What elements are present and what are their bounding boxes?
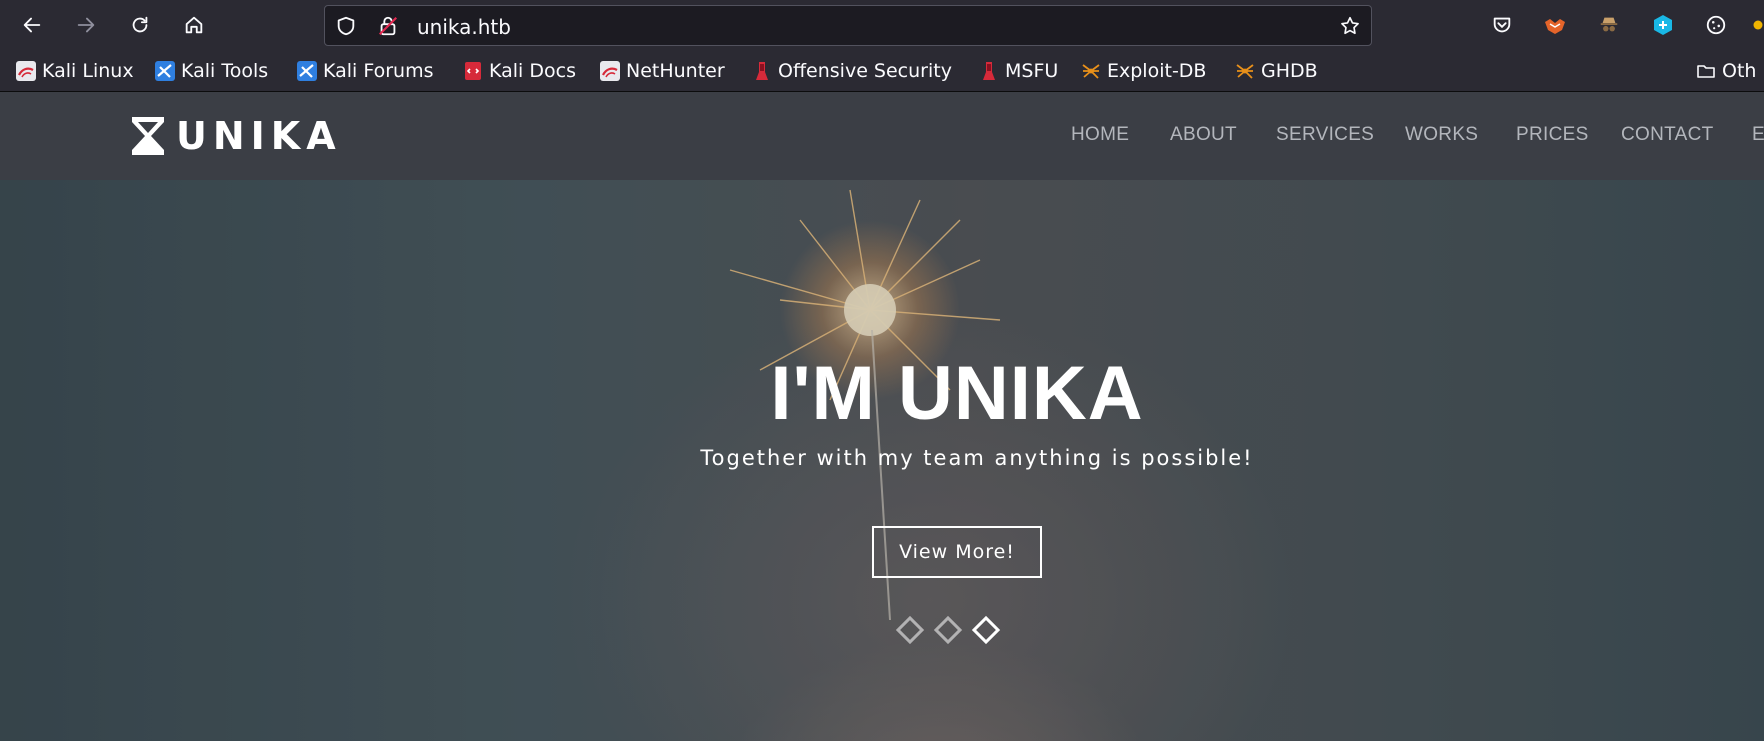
slider-pagination bbox=[895, 615, 1001, 645]
bookmark-offensive-security[interactable]: Offensive Security bbox=[752, 59, 952, 83]
hero-section: I'M UNIKA Together with my team anything… bbox=[0, 180, 1764, 741]
site-navbar: UNIKA HOME ABOUT SERVICES WORKS PRICES C… bbox=[0, 92, 1764, 180]
bookmark-label: Exploit-DB bbox=[1107, 60, 1207, 82]
slide-dot-2[interactable] bbox=[933, 615, 963, 645]
bookmark-label: Kali Docs bbox=[489, 60, 576, 82]
spy-icon[interactable] bbox=[1596, 12, 1622, 38]
pocket-icon[interactable] bbox=[1489, 12, 1515, 38]
bookmark-label: Oth bbox=[1722, 60, 1757, 82]
bookmark-other-folder[interactable]: Oth bbox=[1696, 59, 1756, 83]
bookmark-exploit-db[interactable]: Exploit-DB bbox=[1081, 59, 1206, 83]
bookmark-label: Kali Linux bbox=[42, 60, 134, 82]
bookmark-kali-tools[interactable]: Kali Tools bbox=[155, 59, 268, 83]
reload-icon[interactable] bbox=[123, 8, 157, 42]
kali-icon bbox=[16, 61, 36, 81]
extension-overflow-icon[interactable] bbox=[1752, 12, 1764, 38]
nav-services[interactable]: SERVICES bbox=[1276, 124, 1374, 146]
bookmarks-bar: Kali Linux Kali Tools Kali Forums Kali D… bbox=[0, 50, 1764, 92]
slide-dot-3-active[interactable] bbox=[971, 615, 1001, 645]
bookmark-ghdb[interactable]: GHDB bbox=[1235, 59, 1318, 83]
bookmark-kali-docs[interactable]: Kali Docs bbox=[463, 59, 576, 83]
nav-overflow-item[interactable]: E bbox=[1752, 124, 1764, 146]
bookmark-label: Kali Tools bbox=[181, 60, 269, 82]
view-more-button[interactable]: View More! bbox=[872, 526, 1042, 578]
back-arrow-icon[interactable] bbox=[15, 8, 49, 42]
forward-arrow-icon[interactable] bbox=[69, 8, 103, 42]
site-logo[interactable]: UNIKA bbox=[130, 114, 342, 158]
foxyproxy-icon[interactable] bbox=[1542, 12, 1568, 38]
slide-dot-1[interactable] bbox=[895, 615, 925, 645]
folder-icon bbox=[1697, 65, 1715, 78]
url-bar[interactable]: unika.htb bbox=[324, 5, 1372, 46]
bookmark-label: GHDB bbox=[1261, 60, 1318, 82]
kali-tools-icon bbox=[155, 61, 175, 81]
kali-docs-icon bbox=[465, 62, 481, 80]
ghdb-icon bbox=[1236, 64, 1254, 79]
bookmark-kali-forums[interactable]: Kali Forums bbox=[297, 59, 434, 83]
nav-works[interactable]: WORKS bbox=[1405, 124, 1478, 146]
nav-home[interactable]: HOME bbox=[1071, 124, 1129, 146]
nav-contact[interactable]: CONTACT bbox=[1621, 124, 1714, 146]
nav-about[interactable]: ABOUT bbox=[1170, 124, 1237, 146]
lock-warning-icon[interactable] bbox=[377, 15, 399, 37]
cube-extension-icon[interactable] bbox=[1650, 12, 1676, 38]
kali-forums-icon bbox=[297, 61, 317, 81]
nav-prices[interactable]: PRICES bbox=[1516, 124, 1589, 146]
logo-text: UNIKA bbox=[176, 114, 342, 158]
bookmark-label: Offensive Security bbox=[778, 60, 952, 82]
shield-icon[interactable] bbox=[335, 15, 357, 37]
bookmark-star-icon[interactable] bbox=[1339, 15, 1361, 37]
url-text[interactable]: unika.htb bbox=[417, 15, 511, 39]
bookmark-label: MSFU bbox=[1005, 60, 1059, 82]
hero-title: I'M UNIKA bbox=[770, 351, 1144, 436]
bookmark-label: NetHunter bbox=[626, 60, 725, 82]
bookmark-nethunter[interactable]: NetHunter bbox=[600, 59, 725, 83]
msfu-icon bbox=[983, 62, 995, 80]
bookmark-label: Kali Forums bbox=[323, 60, 434, 82]
hourglass-logo-icon bbox=[132, 117, 164, 155]
nethunter-icon bbox=[600, 61, 620, 81]
bookmark-kali-linux[interactable]: Kali Linux bbox=[16, 59, 134, 83]
exploitdb-icon bbox=[1082, 64, 1100, 79]
bookmark-msfu[interactable]: MSFU bbox=[979, 59, 1058, 83]
home-icon[interactable] bbox=[177, 8, 211, 42]
cookie-icon[interactable] bbox=[1703, 12, 1729, 38]
hero-subtitle: Together with my team anything is possib… bbox=[700, 446, 1254, 470]
browser-toolbar: unika.htb bbox=[0, 0, 1764, 50]
offsec-icon bbox=[756, 62, 768, 80]
